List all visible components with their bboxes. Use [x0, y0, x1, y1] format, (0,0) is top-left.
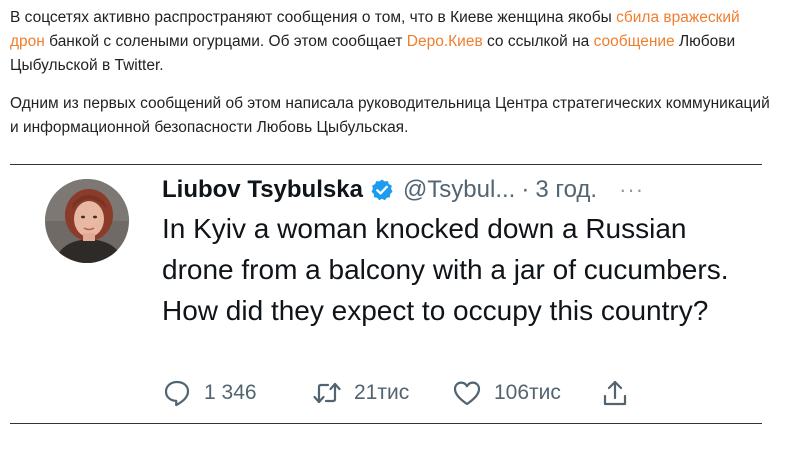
divider-bottom — [10, 423, 762, 424]
tweet-header: Liubov Tsybulska @Tsybul... · 3 год. ··· — [162, 173, 644, 207]
article-paragraph-1: В соцсетях активно распространяют сообще… — [10, 0, 770, 78]
reply-count: 1 346 — [204, 381, 257, 404]
retweet-icon — [312, 378, 342, 408]
retweet-count: 21тис — [354, 381, 410, 404]
reply-button[interactable]: 1 346 — [162, 375, 257, 411]
tweet-timestamp[interactable]: 3 год. — [535, 176, 597, 204]
reply-icon — [162, 378, 192, 408]
tweet-text: In Kyiv a woman knocked down a Russian d… — [162, 213, 729, 326]
link-depo-kiev[interactable]: Depo.Киев — [407, 33, 483, 50]
avatar — [45, 179, 129, 263]
verified-badge-icon — [370, 178, 394, 202]
tweet-actions: 1 346 21тис 106тис — [162, 375, 642, 411]
paragraph-text: банкой с солеными огурцами. Об этом сооб… — [44, 33, 407, 50]
more-options-icon[interactable]: ··· — [619, 177, 644, 203]
retweet-button[interactable]: 21тис — [312, 375, 409, 411]
article-paragraph-2: Одним из первых сообщений об этом написа… — [10, 95, 770, 136]
like-button[interactable]: 106тис — [452, 375, 561, 411]
paragraph-text: В соцсетях активно распространяют сообще… — [10, 9, 617, 26]
share-button[interactable] — [600, 375, 642, 411]
like-count: 106тис — [494, 381, 561, 404]
heart-icon — [452, 378, 482, 408]
paragraph-text: со ссылкой на — [482, 33, 594, 50]
link-message[interactable]: сообщение — [594, 33, 675, 50]
author-handle[interactable]: @Tsybul... — [403, 176, 515, 204]
header-separator: · — [521, 176, 530, 203]
author-name[interactable]: Liubov Tsybulska — [162, 176, 363, 204]
article-text: В соцсетях активно распространяют сообще… — [10, 0, 770, 140]
tweet-screenshot: Liubov Tsybulska @Tsybul... · 3 год. ···… — [10, 165, 762, 423]
share-icon — [600, 378, 630, 408]
